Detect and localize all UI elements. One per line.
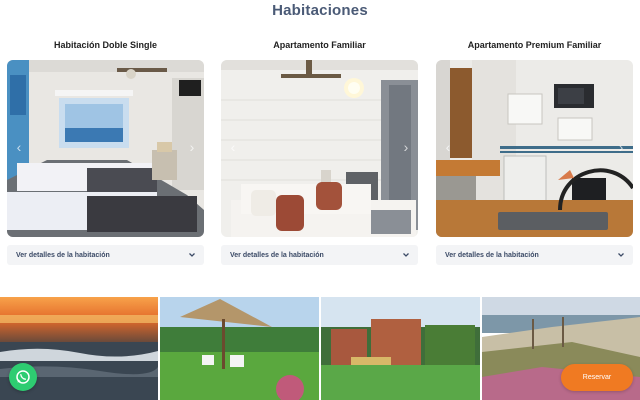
- room-details-toggle[interactable]: Ver detalles de la habitación: [436, 245, 633, 265]
- room-details-toggle[interactable]: Ver detalles de la habitación: [221, 245, 418, 265]
- photo-gallery: [0, 297, 640, 400]
- room-photo: ‹ ›: [436, 60, 633, 237]
- room-title: Habitación Doble Single: [53, 40, 157, 50]
- room-photo: ‹ ›: [221, 60, 418, 237]
- room-card-doble-single: Habitación Doble Single ‹ › Ver detalles…: [7, 38, 204, 265]
- carousel-next-icon[interactable]: ›: [186, 138, 198, 156]
- carousel-prev-icon[interactable]: ‹: [227, 138, 239, 156]
- room-title: Apartamento Familiar: [273, 40, 366, 50]
- room-details-toggle[interactable]: Ver detalles de la habitación: [7, 245, 204, 265]
- carousel-prev-icon[interactable]: ‹: [442, 138, 454, 156]
- room-title: Apartamento Premium Familiar: [467, 40, 602, 50]
- carousel-prev-icon[interactable]: ‹: [13, 138, 25, 156]
- room-details-label: Ver detalles de la habitación: [230, 251, 324, 259]
- whatsapp-icon: [16, 370, 30, 384]
- section-title: Habitaciones: [272, 2, 368, 19]
- whatsapp-button[interactable]: [9, 363, 37, 391]
- room-details-label: Ver detalles de la habitación: [16, 251, 110, 259]
- gallery-image-building[interactable]: [321, 297, 480, 400]
- carousel-next-icon[interactable]: ›: [400, 138, 412, 156]
- room-card-apartamento-familiar: Apartamento Familiar ‹ › Ver detalles de…: [221, 38, 418, 265]
- room-details-label: Ver detalles de la habitación: [445, 251, 539, 259]
- chevron-down-icon: [618, 253, 624, 257]
- carousel-next-icon[interactable]: ›: [615, 138, 627, 156]
- reserve-button[interactable]: Reservar: [561, 364, 633, 391]
- chevron-down-icon: [189, 253, 195, 257]
- chevron-down-icon: [403, 253, 409, 257]
- gallery-image-garden[interactable]: [160, 297, 319, 400]
- room-photo: ‹ ›: [7, 60, 204, 237]
- room-card-apartamento-premium: Apartamento Premium Familiar ‹ › Ver det…: [436, 38, 633, 265]
